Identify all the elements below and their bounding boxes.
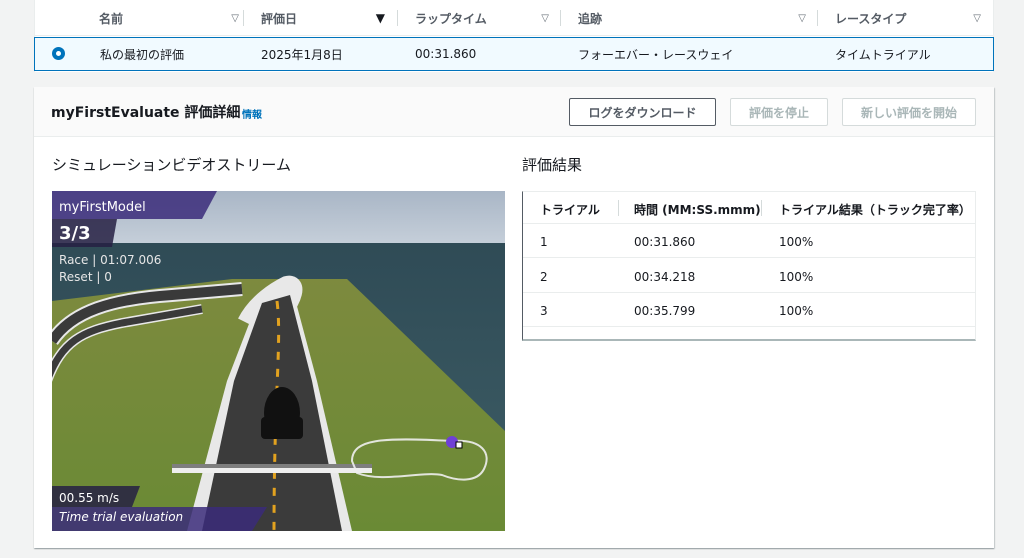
column-label: 名前 bbox=[99, 11, 124, 26]
cell-time: 00:34.218 bbox=[634, 270, 696, 284]
sort-descending-icon[interactable]: ▼ bbox=[376, 11, 385, 25]
column-label: 評価日 bbox=[261, 11, 298, 26]
column-divider bbox=[560, 10, 561, 26]
table-row: 1 00:31.860 100% bbox=[523, 224, 975, 258]
column-header-name[interactable]: 名前 ▽ bbox=[99, 0, 239, 36]
cell-track: フォーエバー・レースウェイ bbox=[578, 47, 734, 62]
info-link[interactable]: 情報 bbox=[242, 106, 262, 121]
results-section-title: 評価結果 bbox=[522, 156, 583, 174]
radio-selected-icon[interactable] bbox=[52, 47, 65, 60]
column-header-completion: トライアル結果（トラック完了率） bbox=[779, 203, 971, 217]
cell-date: 2025年1月8日 bbox=[261, 47, 343, 62]
column-divider bbox=[397, 10, 398, 26]
column-label: レースタイプ bbox=[835, 11, 907, 26]
cell-race-type: タイムトライアル bbox=[835, 47, 931, 62]
download-logs-button[interactable]: ログをダウンロード bbox=[569, 98, 716, 126]
column-header-track[interactable]: 追跡 ▽ bbox=[578, 0, 806, 36]
column-header-race-type[interactable]: レースタイプ ▽ bbox=[835, 0, 981, 36]
sort-triangle-icon[interactable]: ▽ bbox=[541, 13, 549, 24]
panel-title: myFirstEvaluate 評価詳細 bbox=[51, 105, 241, 121]
column-header-trial: トライアル bbox=[540, 203, 600, 217]
column-divider bbox=[618, 200, 619, 216]
start-new-evaluation-button[interactable]: 新しい評価を開始 bbox=[842, 98, 976, 126]
column-header-lap-time[interactable]: ラップタイム ▽ bbox=[415, 0, 549, 36]
sort-triangle-icon[interactable]: ▽ bbox=[798, 13, 806, 24]
cell-completion: 100% bbox=[779, 304, 814, 318]
cell-completion: 100% bbox=[779, 270, 814, 284]
table-row: 3 00:35.799 100% bbox=[523, 293, 975, 327]
sort-triangle-icon[interactable]: ▽ bbox=[973, 13, 981, 24]
evaluations-table: 名前 ▽ 評価日 ▼ ラップタイム ▽ 追跡 ▽ レースタイプ ▽ 私の最初の評… bbox=[34, 0, 994, 72]
table-header: 名前 ▽ 評価日 ▼ ラップタイム ▽ 追跡 ▽ レースタイプ ▽ bbox=[35, 0, 993, 36]
video-section-title: シミュレーションビデオストリーム bbox=[52, 156, 291, 174]
cell-completion: 100% bbox=[779, 235, 814, 249]
cell-time: 00:35.799 bbox=[634, 304, 696, 318]
table-row: 2 00:34.218 100% bbox=[523, 259, 975, 293]
race-track-scene bbox=[52, 191, 505, 531]
sort-triangle-icon[interactable]: ▽ bbox=[231, 13, 239, 24]
race-time-overlay: Race | 01:07.006 bbox=[59, 253, 162, 267]
simulation-video-stream[interactable]: myFirstModel 3/3 Race | 01:07.006 Reset … bbox=[52, 191, 505, 531]
column-header-date[interactable]: 評価日 ▼ bbox=[261, 0, 385, 36]
cell-trial: 3 bbox=[540, 304, 548, 318]
column-label: ラップタイム bbox=[415, 11, 487, 26]
panel-header: myFirstEvaluate 評価詳細 情報 ログをダウンロード 評価を停止 … bbox=[34, 87, 994, 137]
cell-name: 私の最初の評価 bbox=[100, 47, 185, 62]
column-divider bbox=[761, 200, 762, 216]
cell-time: 00:31.860 bbox=[634, 235, 696, 249]
reset-count-overlay: Reset | 0 bbox=[59, 270, 112, 284]
mode-label-overlay: Time trial evaluation bbox=[59, 510, 184, 524]
column-divider bbox=[243, 10, 244, 26]
lap-counter-overlay: 3/3 bbox=[59, 223, 91, 244]
table-header: トライアル 時間 (MM:SS.mmm) トライアル結果（トラック完了率） bbox=[523, 192, 975, 224]
model-name-overlay: myFirstModel bbox=[59, 200, 146, 215]
cell-lap-time: 00:31.860 bbox=[415, 47, 477, 61]
evaluation-details-panel: myFirstEvaluate 評価詳細 情報 ログをダウンロード 評価を停止 … bbox=[34, 87, 994, 548]
column-divider bbox=[817, 10, 818, 26]
evaluation-results-table: トライアル 時間 (MM:SS.mmm) トライアル結果（トラック完了率） 1 … bbox=[522, 191, 976, 341]
speed-overlay: 00.55 m/s bbox=[59, 491, 120, 505]
table-row[interactable]: 私の最初の評価 2025年1月8日 00:31.860 フォーエバー・レースウェ… bbox=[34, 37, 994, 71]
cell-trial: 2 bbox=[540, 270, 548, 284]
cell-trial: 1 bbox=[540, 235, 548, 249]
stop-evaluation-button[interactable]: 評価を停止 bbox=[730, 98, 828, 126]
column-header-time: 時間 (MM:SS.mmm) bbox=[634, 203, 761, 217]
column-label: 追跡 bbox=[578, 11, 603, 26]
